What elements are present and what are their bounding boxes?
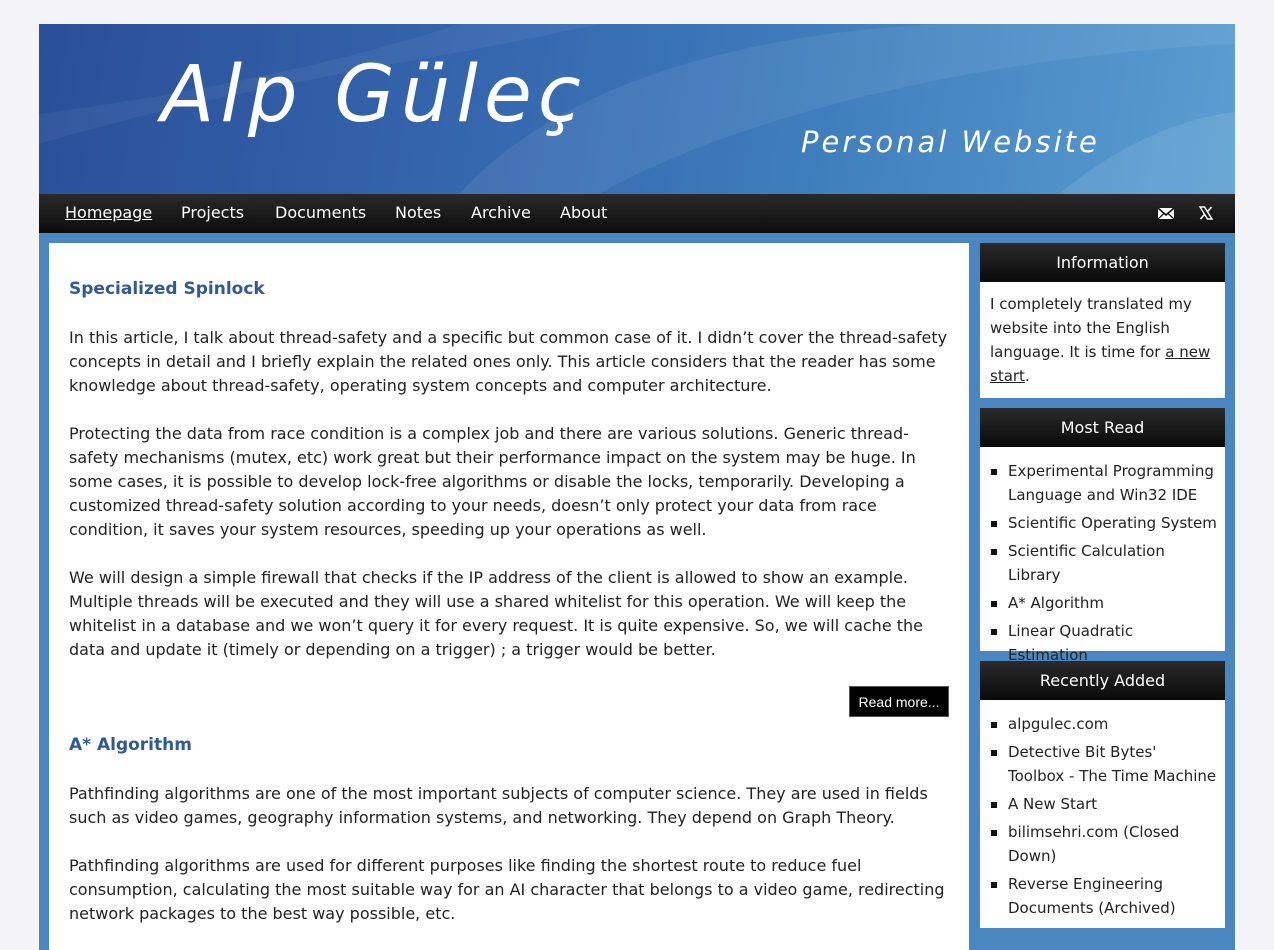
read-more-button[interactable]: Read more...: [849, 686, 949, 717]
post-title-specialized-spinlock[interactable]: Specialized Spinlock: [69, 279, 265, 299]
recently-added-box: Recently Added alpgulec.com Detective Bi…: [980, 661, 1225, 928]
list-item[interactable]: Detective Bit Bytes' Toolbox - The Time …: [990, 740, 1217, 788]
nav-about[interactable]: About: [560, 204, 607, 222]
list-item[interactable]: Reverse Engineering Documents (Archived): [990, 872, 1217, 920]
list-item[interactable]: A* Algorithm: [990, 591, 1217, 615]
list-item[interactable]: A New Start: [990, 792, 1217, 816]
most-read-box-title: Most Read: [980, 408, 1225, 447]
nav-archive[interactable]: Archive: [471, 204, 531, 222]
post-title-a-star-algorithm[interactable]: A* Algorithm: [69, 735, 192, 755]
nav-documents[interactable]: Documents: [275, 204, 366, 222]
information-text-before: I completely translated my website into …: [990, 295, 1192, 361]
information-box-title: Information: [980, 243, 1225, 282]
main-content: Specialized Spinlock In this article, I …: [49, 243, 969, 950]
post-paragraph: Protecting the data from race condition …: [69, 424, 916, 539]
site-banner: Alp Güleç Personal Website: [39, 24, 1235, 194]
nav-projects[interactable]: Projects: [181, 204, 244, 222]
recently-added-list: alpgulec.com Detective Bit Bytes' Toolbo…: [980, 700, 1225, 920]
post-paragraph: Pathfinding algorithms are one of the mo…: [69, 784, 928, 827]
information-text-after: .: [1024, 367, 1030, 385]
information-box: Information I completely translated my w…: [980, 243, 1225, 398]
list-item[interactable]: Scientific Operating System: [990, 511, 1217, 535]
site-title: Alp Güleç: [161, 50, 587, 140]
x-twitter-icon[interactable]: [1197, 204, 1215, 222]
list-item[interactable]: bilimsehri.com (Closed Down): [990, 820, 1217, 868]
list-item[interactable]: Linear Quadratic Estimation: [990, 619, 1217, 667]
list-item[interactable]: alpgulec.com: [990, 712, 1217, 736]
information-text: I completely translated my website into …: [980, 282, 1225, 388]
nav-notes[interactable]: Notes: [395, 204, 441, 222]
list-item[interactable]: Scientific Calculation Library: [990, 539, 1217, 587]
post-paragraph: In this article, I talk about thread-saf…: [69, 328, 948, 395]
most-read-box: Most Read Experimental Programming Langu…: [980, 408, 1225, 664]
recently-added-box-title: Recently Added: [980, 661, 1225, 700]
main-navigation: Homepage Projects Documents Notes Archiv…: [39, 194, 1235, 233]
mail-icon[interactable]: [1157, 204, 1175, 222]
post-paragraph: We will design a simple firewall that ch…: [69, 568, 924, 659]
page-wrapper: Alp Güleç Personal Website Homepage Proj…: [39, 24, 1235, 950]
list-item[interactable]: Experimental Programming Language and Wi…: [990, 459, 1217, 507]
site-subtitle: Personal Website: [801, 125, 1100, 159]
nav-homepage[interactable]: Homepage: [65, 204, 152, 222]
post-paragraph: Pathfinding algorithms are used for diff…: [69, 856, 945, 923]
most-read-list: Experimental Programming Language and Wi…: [980, 447, 1225, 667]
